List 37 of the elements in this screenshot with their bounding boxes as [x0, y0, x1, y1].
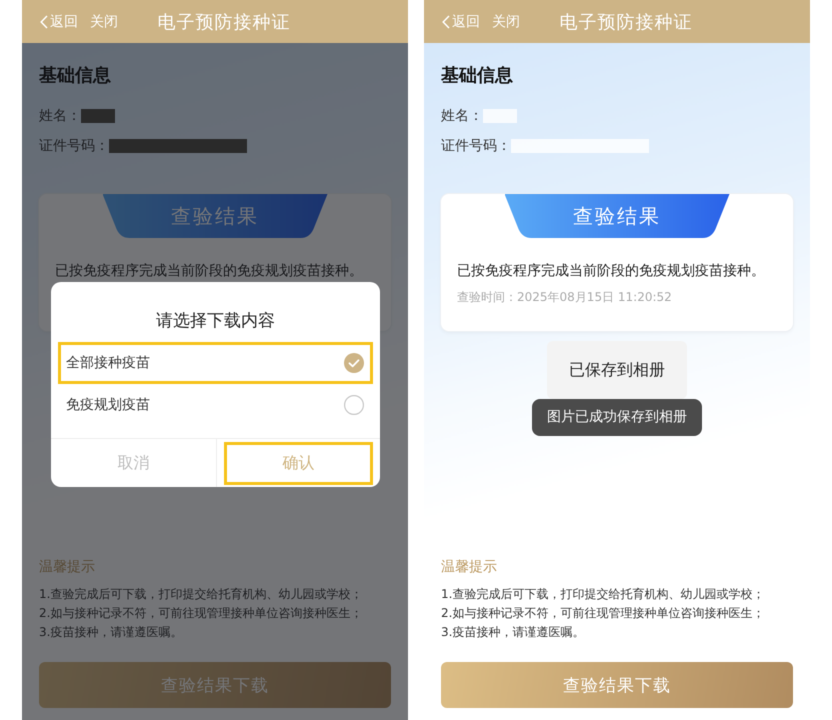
tip-line: 3.疫苗接种，请谨遵医嘱。: [441, 624, 584, 641]
page-title: 电子预防接种证: [560, 10, 692, 34]
option-row[interactable]: 免疫规划疫苗: [58, 384, 373, 426]
field-label: 姓名：: [441, 107, 483, 126]
section-heading: 基础信息: [39, 65, 111, 87]
tip-line: 2.如与接种记录不符，可前往现管理接种单位咨询接种医生；: [441, 605, 764, 622]
tips-heading: 温馨提示: [441, 558, 497, 577]
download-button[interactable]: 查验结果下载: [441, 662, 793, 708]
back-button[interactable]: 返回: [442, 12, 480, 32]
tips-heading: 温馨提示: [39, 558, 95, 577]
page-title: 电子预防接种证: [158, 10, 290, 34]
back-chevron-icon: [40, 14, 48, 28]
toast-message: 图片已成功保存到相册: [532, 399, 702, 436]
check-time: 查验时间：2025年08月15日 11:20:52: [457, 289, 672, 306]
confirm-button[interactable]: 确认: [224, 442, 373, 485]
result-message: 已按免疫程序完成当前阶段的免疫规划疫苗接种。: [55, 262, 363, 281]
result-message: 已按免疫程序完成当前阶段的免疫规划疫苗接种。: [457, 262, 765, 281]
tip-line: 2.如与接种记录不符，可前往现管理接种单位咨询接种医生；: [39, 605, 362, 622]
section-heading: 基础信息: [441, 65, 513, 87]
close-button[interactable]: 关闭: [492, 12, 520, 32]
cancel-button[interactable]: 取消: [58, 442, 208, 485]
save-popup: 已保存到相册: [547, 341, 687, 399]
close-button[interactable]: 关闭: [90, 12, 118, 32]
tip-line: 1.查验完成后可下载，打印提交给托育机构、幼儿园或学校；: [39, 586, 362, 603]
field-label: 证件号码：: [39, 137, 109, 156]
back-button[interactable]: 返回: [40, 12, 78, 32]
tip-line: 1.查验完成后可下载，打印提交给托育机构、幼儿园或学校；: [441, 586, 764, 603]
check-circle-icon[interactable]: [344, 353, 364, 373]
empty-circle-icon[interactable]: [344, 395, 364, 415]
back-chevron-icon: [442, 14, 450, 28]
dialog-title: 请选择下载内容: [155, 310, 276, 332]
tip-line: 3.疫苗接种，请谨遵医嘱。: [39, 624, 182, 641]
field-label: 证件号码：: [441, 137, 511, 156]
result-banner: 查验结果: [102, 194, 328, 238]
field-label: 姓名：: [39, 107, 81, 126]
result-banner: 查验结果: [504, 194, 730, 238]
option-row[interactable]: 全部接种疫苗: [58, 342, 373, 384]
